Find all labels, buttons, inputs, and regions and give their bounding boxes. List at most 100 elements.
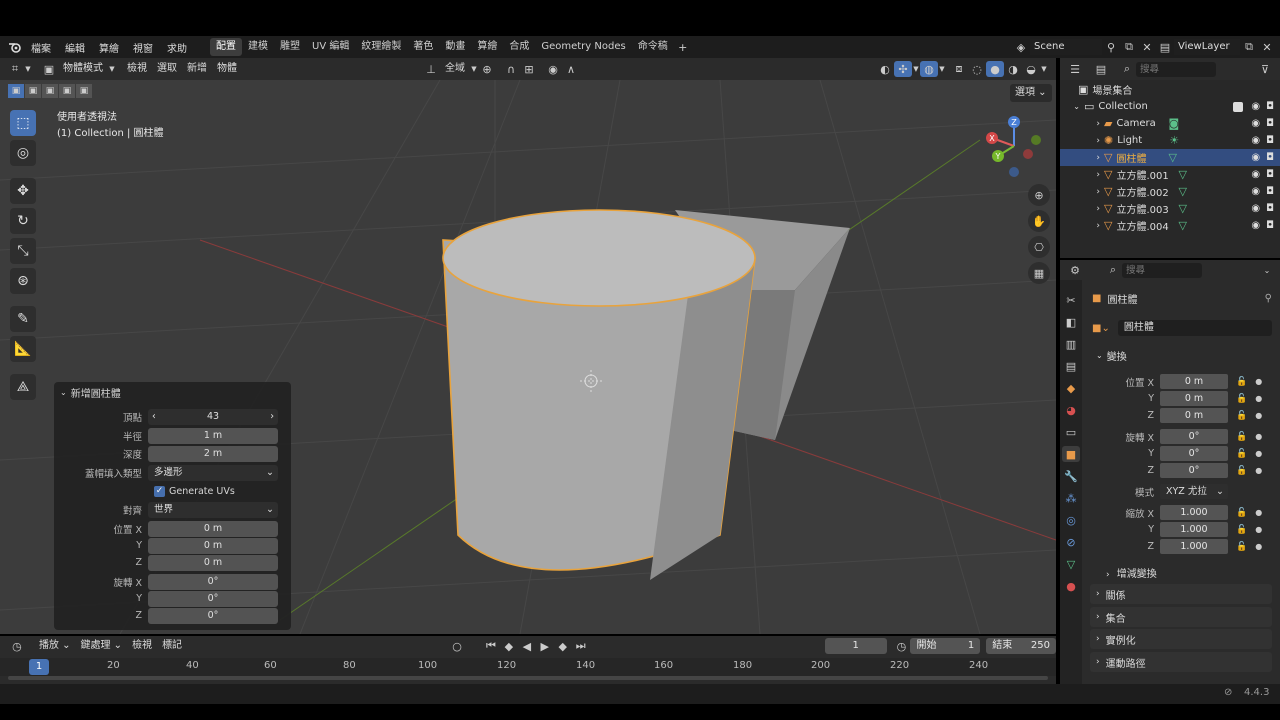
eye-icon[interactable]: ◉ xyxy=(1251,118,1260,129)
record-icon[interactable]: ○ xyxy=(448,638,466,654)
keyframe-dot-icon[interactable]: ● xyxy=(1255,525,1262,534)
editor-type-icon[interactable]: ⌗ xyxy=(6,61,24,77)
eye-icon[interactable]: ◉ xyxy=(1251,220,1260,231)
loc-z-field[interactable]: 0 m xyxy=(1160,408,1228,423)
menu-render[interactable]: 算繪 xyxy=(92,40,126,55)
gizmo-toggle-icon[interactable]: ✣ xyxy=(894,61,912,77)
menu-help[interactable]: 求助 xyxy=(160,40,194,55)
cursor-icon[interactable]: ◎ xyxy=(10,140,36,166)
keyframe-dot-icon[interactable]: ● xyxy=(1255,411,1262,420)
tab-geometry-nodes[interactable]: Geometry Nodes xyxy=(535,38,631,56)
rot-y-field[interactable]: 0° xyxy=(1160,446,1228,461)
outliner-item-cube-003[interactable]: › ▽ 立方體.003 ▽ ◉ ◘ xyxy=(1060,200,1280,217)
camera-icon[interactable]: ◘ xyxy=(1266,118,1274,129)
lock-icon[interactable]: 🔓 xyxy=(1236,466,1247,476)
menu-object[interactable]: 物體 xyxy=(212,61,242,77)
view-layer-tab-icon[interactable]: ▤ xyxy=(1062,358,1080,374)
lock-icon[interactable]: 🔓 xyxy=(1236,394,1247,404)
outliner-item-cube-001[interactable]: › ▽ 立方體.001 ▽ ◉ ◘ xyxy=(1060,166,1280,183)
data-tab-icon[interactable]: ▽ xyxy=(1062,556,1080,572)
snap-target-icon[interactable]: ⊞ xyxy=(520,61,538,77)
new-scene-icon[interactable]: ⧉ xyxy=(1120,39,1138,55)
eye-icon[interactable]: ◉ xyxy=(1251,169,1260,180)
select-intersect-icon[interactable]: ▣ xyxy=(76,84,92,98)
perspective-toggle-icon[interactable]: ▦ xyxy=(1028,262,1050,284)
tab-texture-paint[interactable]: 紋理繪製 xyxy=(355,38,407,56)
align-select[interactable]: 世界 ⌄ xyxy=(148,501,278,518)
properties-search-input[interactable]: 搜尋 xyxy=(1122,262,1202,278)
filter-icon[interactable]: ⊽ xyxy=(1256,61,1274,77)
timeline-editor-icon[interactable]: ◷ xyxy=(8,638,26,654)
play-icon[interactable]: ▶ xyxy=(536,638,554,654)
eye-icon[interactable]: ◉ xyxy=(1251,152,1260,163)
camera-icon[interactable]: ◘ xyxy=(1266,169,1274,180)
lock-icon[interactable]: 🔓 xyxy=(1236,411,1247,421)
chevron-right-icon[interactable]: › xyxy=(1060,204,1100,214)
loc-x-field[interactable]: 0 m xyxy=(1160,374,1228,389)
camera-icon[interactable]: ◘ xyxy=(1266,135,1274,146)
keyframe-dot-icon[interactable]: ● xyxy=(1255,377,1262,386)
loc-y-field[interactable]: 0 m xyxy=(1160,391,1228,406)
tab-scripting[interactable]: 命令稿 xyxy=(632,38,674,56)
prev-keyframe-icon[interactable]: ◆ xyxy=(500,638,518,654)
render-tab-icon[interactable]: ◧ xyxy=(1062,314,1080,330)
add-workspace-icon[interactable]: + xyxy=(674,39,692,55)
scale-x-field[interactable]: 1.000 xyxy=(1160,505,1228,520)
annotate-icon[interactable]: ✎ xyxy=(10,306,36,332)
chevron-right-icon[interactable]: › xyxy=(1060,153,1100,163)
chevron-right-icon[interactable]: › xyxy=(1060,221,1100,231)
outliner-collection[interactable]: ⌄ ▭ Collection ◉ ◘ xyxy=(1060,98,1280,115)
location-y-field[interactable]: 0 m xyxy=(148,537,278,554)
outliner-item-cube-004[interactable]: › ▽ 立方體.004 ▽ ◉ ◘ xyxy=(1060,217,1280,234)
eye-icon[interactable]: ◉ xyxy=(1251,135,1260,146)
proportional-edit-icon[interactable]: ◉ xyxy=(544,61,562,77)
view-layer-icon[interactable]: ▤ xyxy=(1156,39,1174,55)
pan-hand-icon[interactable]: ✋ xyxy=(1028,210,1050,232)
lock-icon[interactable]: 🔓 xyxy=(1236,449,1247,459)
keyframe-dot-icon[interactable]: ● xyxy=(1255,394,1262,403)
menu-marker[interactable]: 標記 xyxy=(157,638,187,654)
chevron-right-icon[interactable]: › xyxy=(1060,119,1100,129)
view-layer-field[interactable]: ViewLayer xyxy=(1174,39,1240,55)
chevron-right-icon[interactable]: › xyxy=(1060,170,1100,180)
menu-timeline-view[interactable]: 檢視 xyxy=(127,638,157,654)
motion-paths-section[interactable]: › 運動路徑 xyxy=(1090,652,1272,672)
mode-select[interactable]: 物體模式 xyxy=(58,61,108,77)
rotation-x-field[interactable]: 0° xyxy=(148,573,278,590)
panel-header[interactable]: ⌄ 新增圓柱體 xyxy=(54,382,291,402)
keyframe-dot-icon[interactable]: ● xyxy=(1255,432,1262,441)
jump-end-icon[interactable]: ⏭ xyxy=(572,638,590,654)
menu-playback[interactable]: 播放 ⌄ xyxy=(34,638,76,654)
properties-editor-icon[interactable]: ⚙ xyxy=(1066,262,1084,278)
scene-tab-icon[interactable]: ◆ xyxy=(1062,380,1080,396)
rotate-icon[interactable]: ↻ xyxy=(10,208,36,234)
pin-icon[interactable]: ⚲ xyxy=(1102,39,1120,55)
location-z-field[interactable]: 0 m xyxy=(148,554,278,571)
camera-icon[interactable]: ◘ xyxy=(1266,101,1274,112)
scene-icon[interactable]: ◈ xyxy=(1012,39,1030,55)
solid-shading-icon[interactable]: ● xyxy=(986,61,1004,77)
tab-animation[interactable]: 動畫 xyxy=(439,38,471,56)
outliner-scene-collection[interactable]: ▣ 場景集合 xyxy=(1060,81,1280,98)
zoom-icon[interactable]: ⊕ xyxy=(1028,184,1050,206)
tab-uv-editing[interactable]: UV 編輯 xyxy=(306,38,355,56)
transform-icon[interactable]: ⊛ xyxy=(10,268,36,294)
menu-keying[interactable]: 鍵處理 ⌄ xyxy=(76,638,128,654)
particles-tab-icon[interactable]: ⁂ xyxy=(1062,490,1080,506)
object-type-icon[interactable]: ■⌄ xyxy=(1092,323,1110,334)
pivot-point-icon[interactable]: ⊕ xyxy=(478,61,496,77)
end-frame-field[interactable]: 結束 250 xyxy=(986,638,1057,654)
rotation-y-field[interactable]: 0° xyxy=(148,590,278,607)
outliner-search-input[interactable]: 搜尋 xyxy=(1136,61,1216,77)
lock-icon[interactable]: 🔓 xyxy=(1236,542,1247,552)
eye-icon[interactable]: ◉ xyxy=(1251,203,1260,214)
tab-rendering[interactable]: 算繪 xyxy=(471,38,503,56)
keyframe-dot-icon[interactable]: ● xyxy=(1255,542,1262,551)
wireframe-shading-icon[interactable]: ◌ xyxy=(968,61,986,77)
blender-logo-icon[interactable] xyxy=(6,39,24,55)
navigation-gizmo[interactable]: Z X Y xyxy=(984,114,1044,178)
transform-section-header[interactable]: ⌄ 變換 xyxy=(1090,345,1272,365)
rotation-z-field[interactable]: 0° xyxy=(148,607,278,624)
relations-section[interactable]: › 關係 xyxy=(1090,584,1272,604)
lock-icon[interactable]: 🔓 xyxy=(1236,377,1247,387)
